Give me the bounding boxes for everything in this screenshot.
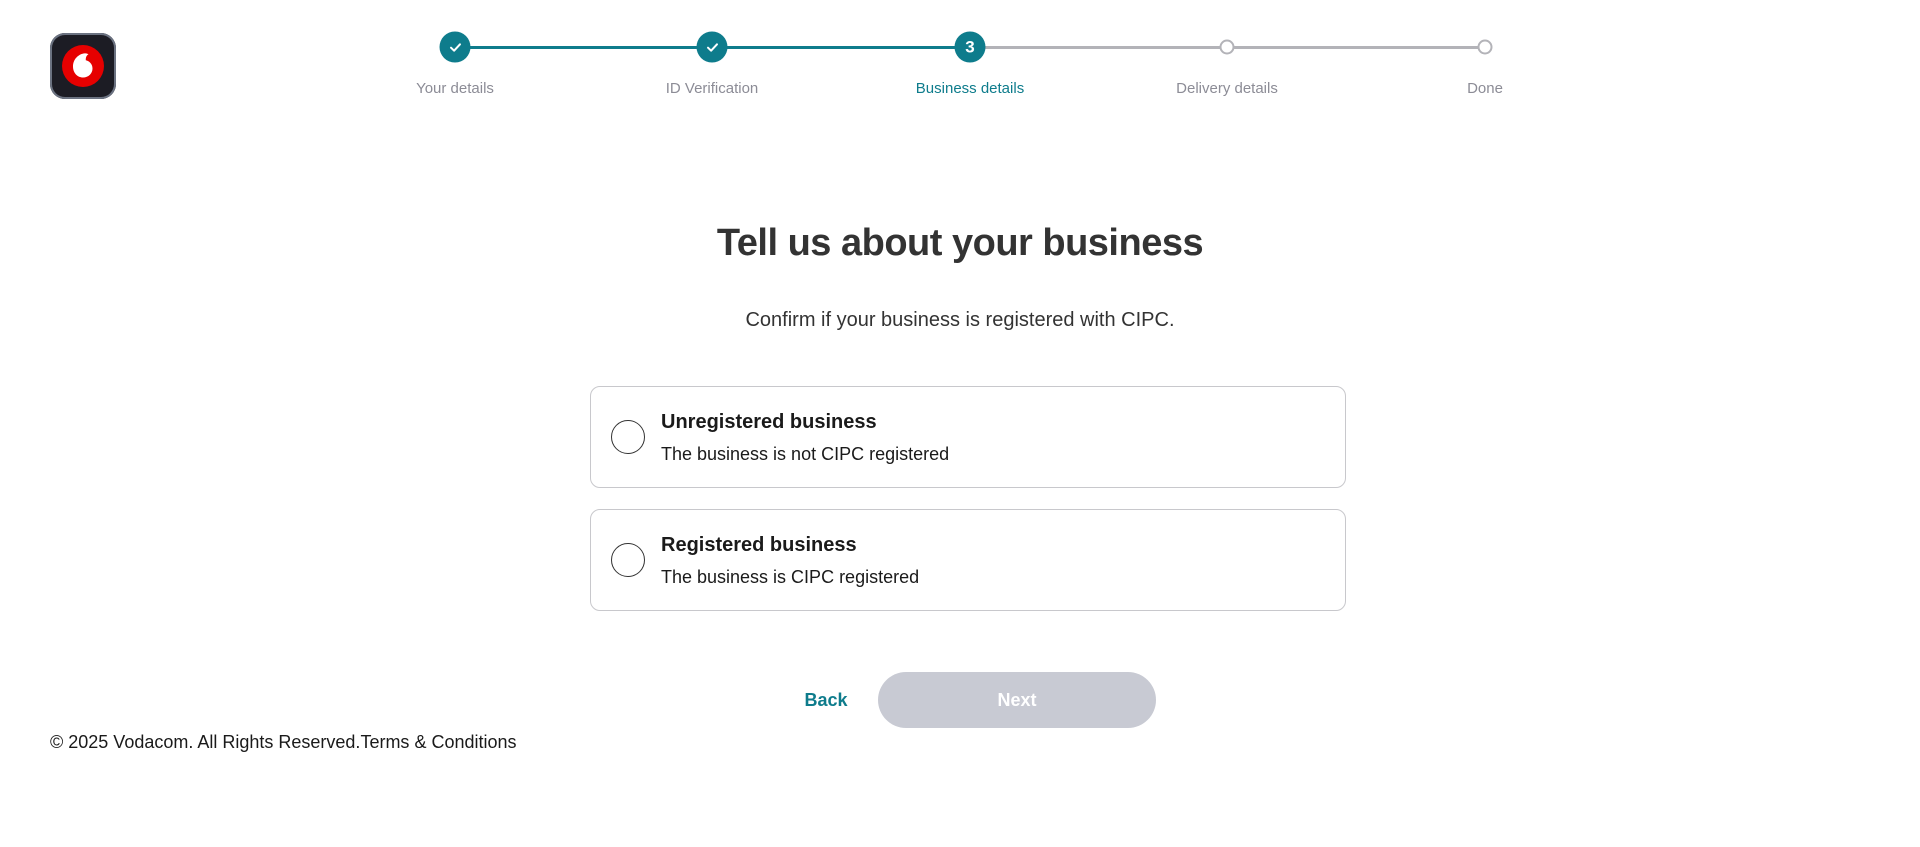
unregistered-business-radio[interactable] bbox=[611, 420, 645, 454]
step-3-label: Business details bbox=[915, 80, 1025, 97]
progress-stepper: 3 Your details ID Verification Business … bbox=[0, 0, 1920, 110]
step-2-marker bbox=[696, 31, 728, 63]
step-3-marker: 3 bbox=[954, 31, 986, 63]
stepper-connector-4 bbox=[1227, 46, 1485, 49]
step-2-label: ID Verification bbox=[665, 80, 759, 97]
stepper-connector-1 bbox=[455, 46, 712, 49]
page-title: Tell us about your business bbox=[716, 222, 1204, 264]
option-title: Unregistered business bbox=[661, 411, 877, 433]
page-subtitle: Confirm if your business is registered w… bbox=[745, 309, 1175, 331]
check-icon bbox=[449, 42, 461, 52]
option-description: The business is CIPC registered bbox=[661, 567, 920, 587]
step-5-label: Done bbox=[1467, 80, 1503, 97]
back-button[interactable]: Back bbox=[786, 672, 866, 728]
footer: © 2025 Vodacom. All Rights Reserved.Term… bbox=[50, 732, 517, 753]
terms-and-conditions-link[interactable]: Terms & Conditions bbox=[360, 732, 516, 752]
registered-business-radio[interactable] bbox=[611, 543, 645, 577]
option-title: Registered business bbox=[661, 534, 857, 556]
registered-business-option[interactable]: Registered business The business is CIPC… bbox=[590, 509, 1346, 611]
unregistered-business-option[interactable]: Unregistered business The business is no… bbox=[590, 386, 1346, 488]
step-1-marker bbox=[439, 31, 471, 63]
stepper-connector-3 bbox=[970, 46, 1227, 49]
step-4-marker bbox=[1219, 39, 1235, 55]
copyright-text: © 2025 Vodacom. All Rights Reserved. bbox=[50, 732, 361, 752]
check-icon bbox=[706, 42, 718, 52]
step-1-label: Your details bbox=[416, 80, 494, 97]
page: 3 Your details ID Verification Business … bbox=[0, 0, 1920, 847]
next-button[interactable]: Next bbox=[878, 672, 1156, 728]
step-4-label: Delivery details bbox=[1176, 80, 1278, 97]
stepper-connector-2 bbox=[712, 46, 970, 49]
step-5-marker bbox=[1477, 39, 1493, 55]
option-description: The business is not CIPC registered bbox=[661, 444, 950, 464]
